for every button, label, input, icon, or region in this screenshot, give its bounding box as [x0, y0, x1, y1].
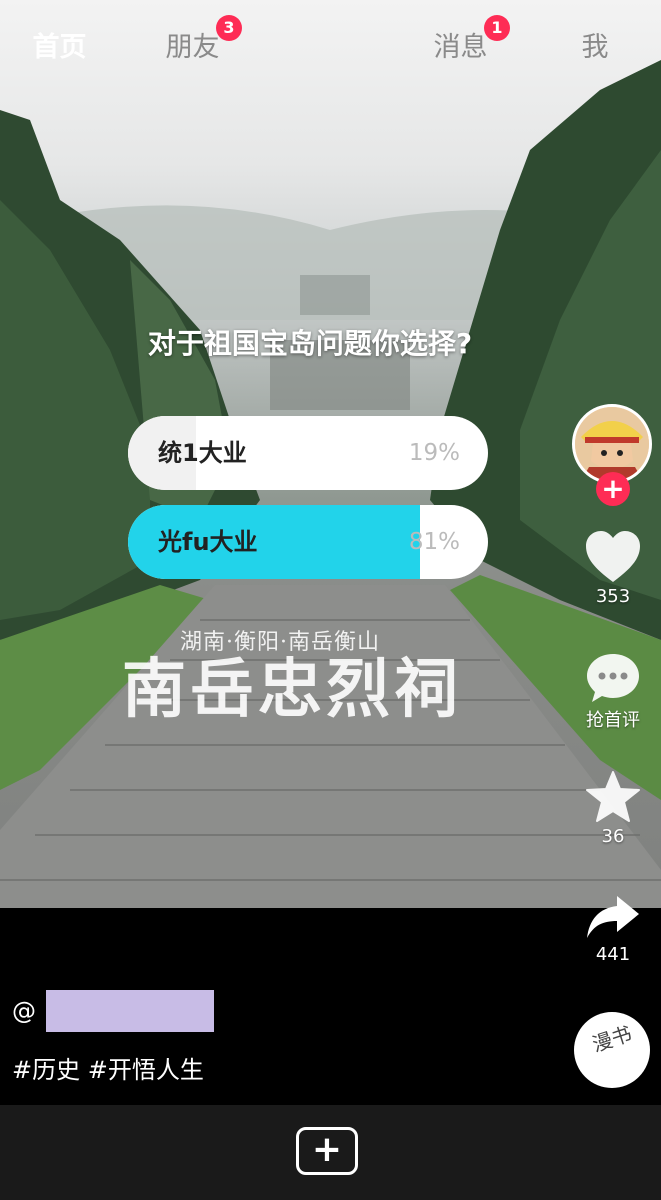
- poll-option-1-percent: 19%: [408, 440, 460, 466]
- music-disc[interactable]: 漫书: [574, 1012, 650, 1088]
- author-handle[interactable]: @: [12, 990, 214, 1032]
- poll-option-2-label: 光fu大业: [158, 528, 258, 556]
- poll-question: 对于祖国宝岛问题你选择?: [147, 327, 473, 360]
- poll-option-1-label: 统1大业: [158, 439, 247, 467]
- favorite-count: 36: [601, 826, 625, 847]
- music-disc-text: 漫书: [589, 1021, 635, 1057]
- tab-friends[interactable]: 朋友: [155, 0, 230, 95]
- hashtags[interactable]: #历史 #开悟人生: [12, 1050, 204, 1085]
- tab-home[interactable]: 首页: [22, 0, 97, 95]
- share-arrow-icon: [587, 896, 639, 938]
- comment-bubble-icon: [587, 654, 639, 702]
- video-feed-screen: 对于祖国宝岛问题你选择? 统1大业 19% 光fu大业 81% 湖南·衡阳·南岳…: [0, 0, 661, 1200]
- at-sign: @: [12, 997, 36, 1025]
- messages-badge: 1: [484, 15, 510, 41]
- poll-option-2-percent: 81%: [408, 529, 460, 555]
- poll-option-2[interactable]: 光fu大业 81%: [128, 505, 488, 579]
- favorite-button[interactable]: 36: [576, 770, 650, 847]
- poll-option-1[interactable]: 统1大业 19%: [128, 416, 488, 490]
- redacted-username: [45, 990, 214, 1032]
- share-count: 441: [595, 944, 631, 965]
- comment-button[interactable]: 抢首评: [576, 652, 650, 732]
- video-title-overlay: 南岳忠烈祠: [122, 652, 462, 727]
- like-count: 353: [595, 586, 631, 607]
- create-post-button[interactable]: +: [296, 1127, 358, 1175]
- share-button[interactable]: 441: [576, 892, 650, 965]
- friends-badge: 3: [216, 15, 242, 41]
- star-icon: [586, 771, 640, 822]
- comment-label: 抢首评: [586, 710, 640, 731]
- like-button[interactable]: 353: [576, 530, 650, 607]
- heart-icon: [586, 531, 640, 582]
- follow-plus-button[interactable]: +: [596, 472, 630, 506]
- avatar-image: [575, 407, 649, 481]
- tab-messages[interactable]: 消息: [423, 0, 498, 95]
- tab-me[interactable]: 我: [565, 0, 625, 95]
